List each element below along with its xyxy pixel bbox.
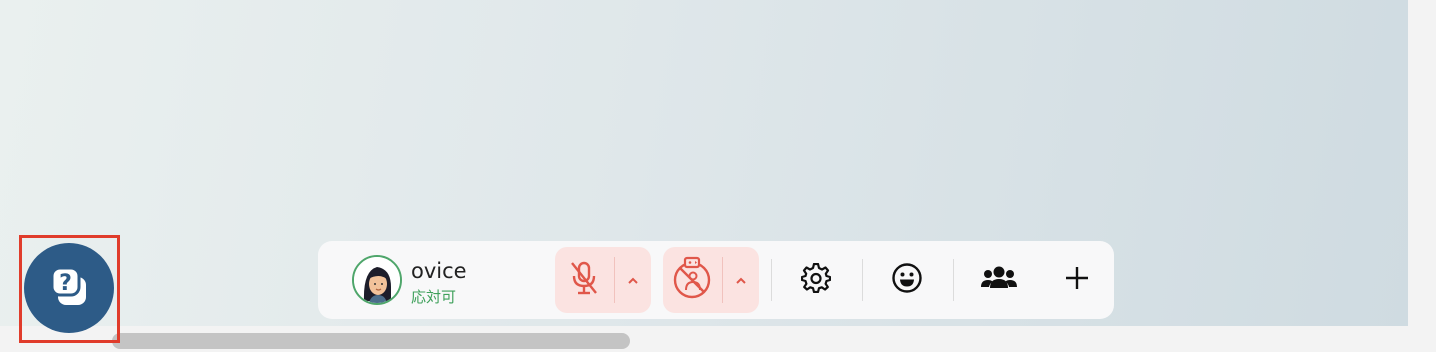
camera-off-icon xyxy=(670,256,714,304)
camera-options-button[interactable] xyxy=(723,247,759,313)
add-button[interactable] xyxy=(1057,260,1097,300)
toolbar-divider xyxy=(771,259,772,301)
plus-icon xyxy=(1064,265,1090,295)
reaction-button[interactable] xyxy=(887,260,927,300)
toolbar-divider xyxy=(862,259,863,301)
chevron-up-icon xyxy=(626,271,640,290)
user-status[interactable]: 応対可 xyxy=(411,288,456,306)
mic-options-button[interactable] xyxy=(615,247,651,313)
gear-icon xyxy=(800,262,832,297)
help-button[interactable]: ? xyxy=(24,243,114,333)
bottom-toolbar: ovice 応対可 xyxy=(318,241,1114,319)
camera-toggle-button[interactable] xyxy=(663,247,721,313)
smile-icon xyxy=(891,262,923,298)
camera-control xyxy=(663,247,759,313)
user-avatar[interactable] xyxy=(352,255,402,305)
members-button[interactable] xyxy=(979,260,1019,300)
svg-text:?: ? xyxy=(59,271,72,296)
horizontal-scrollbar-thumb[interactable] xyxy=(112,333,630,349)
microphone-off-icon xyxy=(567,259,601,301)
settings-button[interactable] xyxy=(796,260,836,300)
toolbar-divider xyxy=(953,259,954,301)
vertical-scrollbar[interactable] xyxy=(1408,0,1436,352)
help-chat-icon: ? xyxy=(43,260,95,316)
chevron-up-icon xyxy=(734,271,748,290)
users-icon xyxy=(980,263,1018,297)
mic-control xyxy=(555,247,651,313)
mic-toggle-button[interactable] xyxy=(555,247,613,313)
user-name: ovice xyxy=(411,259,467,283)
